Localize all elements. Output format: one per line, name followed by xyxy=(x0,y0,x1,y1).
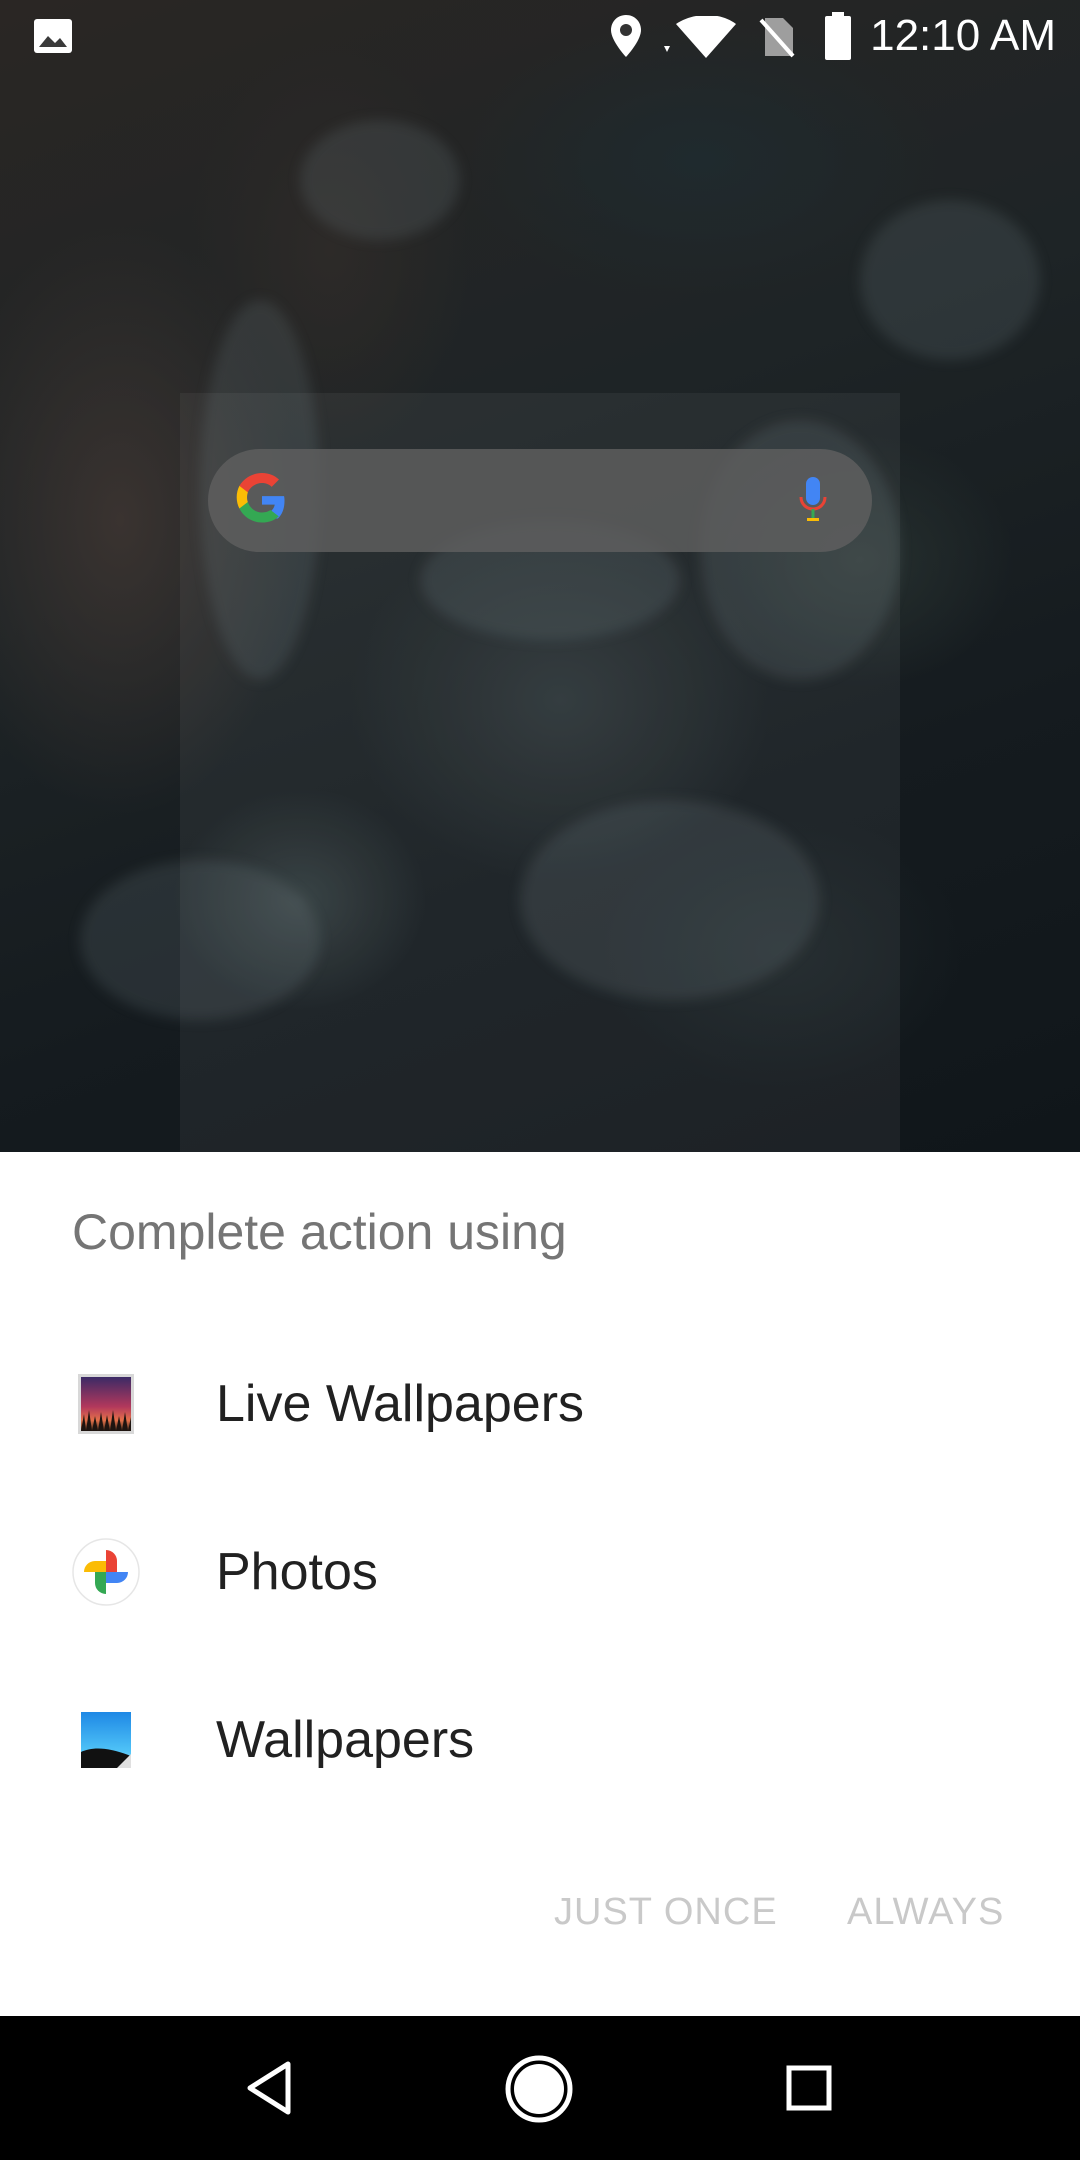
mic-icon[interactable] xyxy=(797,475,829,525)
navigation-bar xyxy=(0,2016,1080,2160)
wallpapers-icon xyxy=(81,1712,131,1768)
google-search-bar[interactable] xyxy=(208,449,872,552)
app-option-photos[interactable]: Photos xyxy=(0,1488,1080,1656)
status-time: 12:10 AM xyxy=(870,11,1056,60)
status-bar: 12:10 AM xyxy=(0,0,1080,72)
google-g-icon xyxy=(236,473,285,523)
image-notification-icon xyxy=(34,19,72,53)
home-icon[interactable] xyxy=(504,2054,574,2124)
complete-action-sheet: Complete action using Live Wallpapers Ph… xyxy=(0,1152,1080,2016)
no-sim-icon xyxy=(759,18,795,58)
always-button[interactable]: ALWAYS xyxy=(847,1887,1004,1937)
app-option-wallpapers[interactable]: Wallpapers xyxy=(0,1656,1080,1824)
location-icon xyxy=(611,15,641,57)
app-label-live-wallpapers: Live Wallpapers xyxy=(216,1375,585,1433)
sheet-title: Complete action using xyxy=(72,1204,567,1260)
app-label-photos: Photos xyxy=(216,1543,378,1601)
app-option-live-wallpapers[interactable]: Live Wallpapers xyxy=(0,1320,1080,1488)
battery-icon xyxy=(825,12,851,60)
live-wallpapers-icon xyxy=(78,1374,134,1434)
recents-icon[interactable] xyxy=(785,2064,833,2112)
back-icon[interactable] xyxy=(244,2060,294,2116)
wifi-icon xyxy=(664,16,736,58)
screen: 12:10 AM Complete action using Live Wall… xyxy=(0,0,1080,2160)
just-once-button[interactable]: JUST ONCE xyxy=(554,1887,778,1937)
app-label-wallpapers: Wallpapers xyxy=(216,1711,475,1769)
photos-pinwheel-icon xyxy=(72,1538,140,1606)
